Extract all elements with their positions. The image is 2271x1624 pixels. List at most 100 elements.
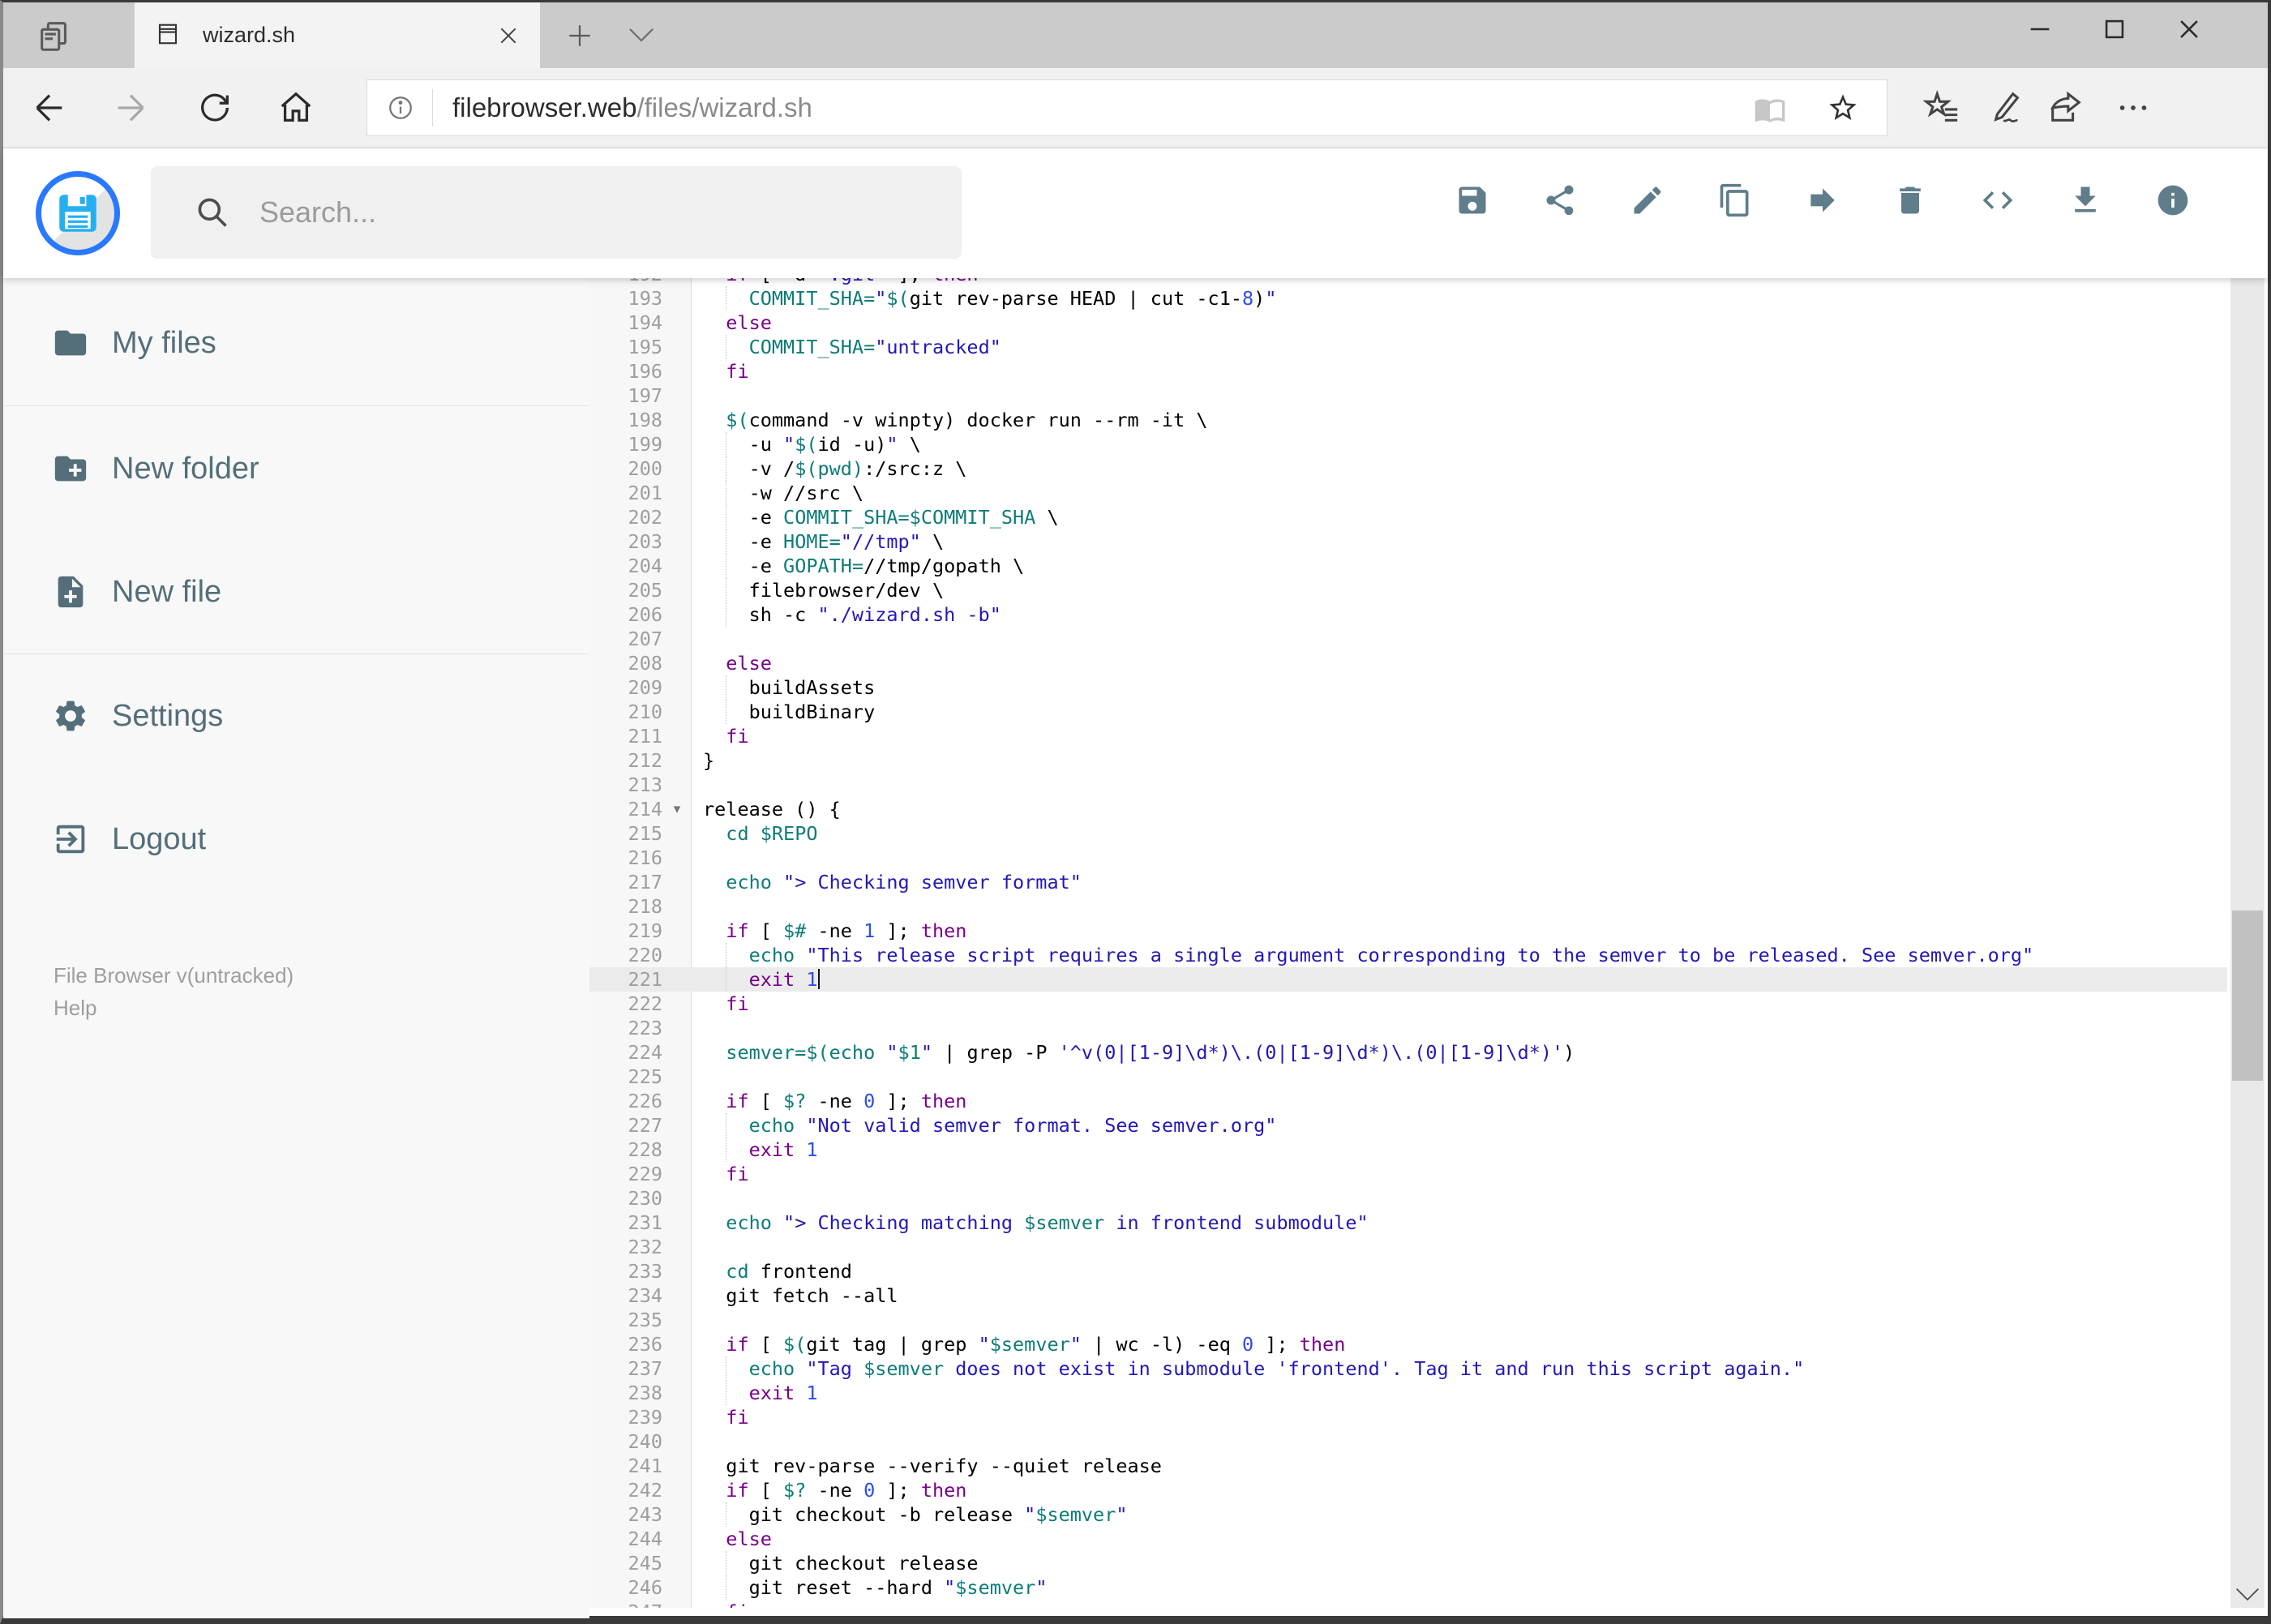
sidebar-item-logout[interactable]: Logout	[3, 791, 589, 888]
scroll-down-icon[interactable]	[2235, 1587, 2260, 1603]
code-line[interactable]: 194 else	[589, 311, 2227, 335]
code-line[interactable]: 239 fi	[589, 1405, 2227, 1429]
code-line[interactable]: 244 else	[589, 1527, 2227, 1551]
scrollbar-thumb[interactable]	[2232, 911, 2263, 1081]
code-line[interactable]: 196 fi	[589, 359, 2227, 384]
code-line[interactable]: 234 git fetch --all	[589, 1283, 2227, 1308]
code-line[interactable]: 238 exit 1	[589, 1381, 2227, 1405]
info-button[interactable]	[2155, 182, 2191, 218]
tab-dropdown-icon[interactable]	[628, 27, 655, 45]
code-line[interactable]: 225	[589, 1065, 2227, 1089]
code-line[interactable]: 212}	[589, 748, 2227, 773]
code-line[interactable]: 218	[589, 894, 2227, 919]
code-line[interactable]: 192 if [ -d ".git" ]; then	[589, 278, 2227, 286]
code-line[interactable]: 231 echo "> Checking matching $semver in…	[589, 1211, 2227, 1235]
refresh-icon[interactable]	[196, 89, 234, 126]
code-line[interactable]: 226 if [ $? -ne 0 ]; then	[589, 1089, 2227, 1113]
close-tab-icon[interactable]	[498, 25, 519, 46]
code-line[interactable]: 220 echo "This release script requires a…	[589, 943, 2227, 967]
share-icon[interactable]	[2046, 89, 2084, 126]
vertical-scrollbar[interactable]	[2230, 148, 2265, 1608]
sidebar-item-new-folder[interactable]: New folder	[3, 420, 589, 517]
code-line[interactable]: 219 if [ $# -ne 1 ]; then	[589, 919, 2227, 943]
code-line[interactable]: 229 fi	[589, 1162, 2227, 1186]
code-line[interactable]: 202 -e COMMIT_SHA=$COMMIT_SHA \	[589, 505, 2227, 529]
minimize-icon[interactable]	[2026, 15, 2054, 43]
url-text[interactable]: filebrowser.web/files/wizard.sh	[452, 92, 1754, 123]
search-bar[interactable]	[151, 166, 962, 259]
home-icon[interactable]	[277, 89, 315, 126]
back-icon[interactable]	[31, 89, 68, 126]
edit-button[interactable]	[1630, 182, 1665, 218]
code-line[interactable]: 222 fi	[589, 992, 2227, 1016]
code-line[interactable]: 228 exit 1	[589, 1138, 2227, 1162]
close-window-icon[interactable]	[2175, 15, 2203, 43]
code-line[interactable]: 230	[589, 1186, 2227, 1211]
delete-button[interactable]	[1892, 182, 1928, 218]
share-button[interactable]	[1542, 182, 1578, 218]
code-line[interactable]: 198 $(command -v winpty) docker run --rm…	[589, 408, 2227, 432]
code-line[interactable]: 245 git checkout release	[589, 1551, 2227, 1575]
code-line[interactable]: 207	[589, 627, 2227, 651]
fold-arrow-icon[interactable]: ▾	[662, 797, 692, 821]
search-input[interactable]	[259, 195, 962, 229]
code-line[interactable]: 224 semver=$(echo "$1" | grep -P '^v(0|[…	[589, 1040, 2227, 1065]
code-line[interactable]: 233 cd frontend	[589, 1259, 2227, 1283]
code-line[interactable]: 243 git checkout -b release "$semver"	[589, 1502, 2227, 1527]
code-line[interactable]: 247 fi	[589, 1600, 2227, 1608]
code-line[interactable]: 206 sh -c "./wizard.sh -b"	[589, 602, 2227, 627]
sidebar-item-new-file[interactable]: New file	[3, 543, 589, 641]
code-line[interactable]: 223	[589, 1016, 2227, 1040]
code-line[interactable]: 235	[589, 1308, 2227, 1332]
site-info-icon[interactable]	[387, 94, 414, 122]
annotate-pen-icon[interactable]	[1988, 89, 2025, 126]
address-bar[interactable]: filebrowser.web/files/wizard.sh	[366, 79, 1888, 136]
move-button[interactable]	[1805, 182, 1840, 218]
code-line[interactable]: 211 fi	[589, 724, 2227, 748]
new-tab-icon[interactable]	[566, 22, 593, 49]
download-button[interactable]	[2067, 182, 2103, 218]
code-line[interactable]: 237 echo "Tag $semver does not exist in …	[589, 1356, 2227, 1381]
code-line[interactable]: 236 if [ $(git tag | grep "$semver" | wc…	[589, 1332, 2227, 1356]
code-line[interactable]: 197	[589, 384, 2227, 408]
code-line[interactable]: 232	[589, 1235, 2227, 1259]
code-line[interactable]: 201 -w //src \	[589, 481, 2227, 505]
code-button[interactable]	[1980, 182, 2016, 218]
code-line[interactable]: 242 if [ $? -ne 0 ]; then	[589, 1478, 2227, 1502]
filebrowser-logo[interactable]	[36, 171, 120, 255]
code-line[interactable]: 204 -e GOPATH=//tmp/gopath \	[589, 554, 2227, 578]
code-line[interactable]: 203 -e HOME="//tmp" \	[589, 529, 2227, 554]
sidebar-item-settings[interactable]: Settings	[3, 667, 589, 765]
hub-icon[interactable]	[1923, 89, 1960, 126]
code-line[interactable]: 195 COMMIT_SHA="untracked"	[589, 335, 2227, 359]
code-line[interactable]: 221 exit 1	[589, 967, 2227, 992]
code-line[interactable]: 209 buildAssets	[589, 675, 2227, 700]
copy-button[interactable]	[1717, 182, 1753, 218]
code-line[interactable]: 214 ▾ release () {	[589, 797, 2227, 821]
sidebar-item-my-files[interactable]: My files	[3, 294, 589, 392]
help-link[interactable]: Help	[54, 996, 96, 1021]
favorite-star-icon[interactable]	[1827, 92, 1859, 124]
more-options-icon[interactable]	[2115, 89, 2152, 126]
browser-tab[interactable]: wizard.sh	[135, 2, 540, 68]
code-line[interactable]: 227 echo "Not valid semver format. See s…	[589, 1113, 2227, 1138]
code-line[interactable]: 213	[589, 773, 2227, 797]
code-line[interactable]: 193 COMMIT_SHA="$(git rev-parse HEAD | c…	[589, 286, 2227, 311]
code-line[interactable]: 208 else	[589, 651, 2227, 675]
save-button[interactable]	[1455, 182, 1490, 218]
code-line[interactable]: 200 -v /$(pwd):/src:z \	[589, 456, 2227, 481]
code-line[interactable]: 246 git reset --hard "$semver"	[589, 1575, 2227, 1600]
code-line[interactable]: 240	[589, 1429, 2227, 1454]
code-line[interactable]: 241 git rev-parse --verify --quiet relea…	[589, 1454, 2227, 1478]
code-line[interactable]: 205 filebrowser/dev \	[589, 578, 2227, 602]
code-editor[interactable]: 192 if [ -d ".git" ]; then193 COMMIT_SHA…	[589, 278, 2227, 1608]
code-line[interactable]: 215 cd $REPO	[589, 821, 2227, 846]
code-line[interactable]: 217 echo "> Checking semver format"	[589, 870, 2227, 894]
reading-view-icon[interactable]	[1754, 93, 1786, 122]
code-line[interactable]: 210 buildBinary	[589, 700, 2227, 724]
code-line[interactable]: 199 -u "$(id -u)" \	[589, 432, 2227, 456]
maximize-icon[interactable]	[2101, 15, 2128, 43]
tab-preview-icon[interactable]	[36, 17, 73, 54]
forward-icon[interactable]	[112, 89, 149, 126]
code-line[interactable]: 216	[589, 846, 2227, 870]
